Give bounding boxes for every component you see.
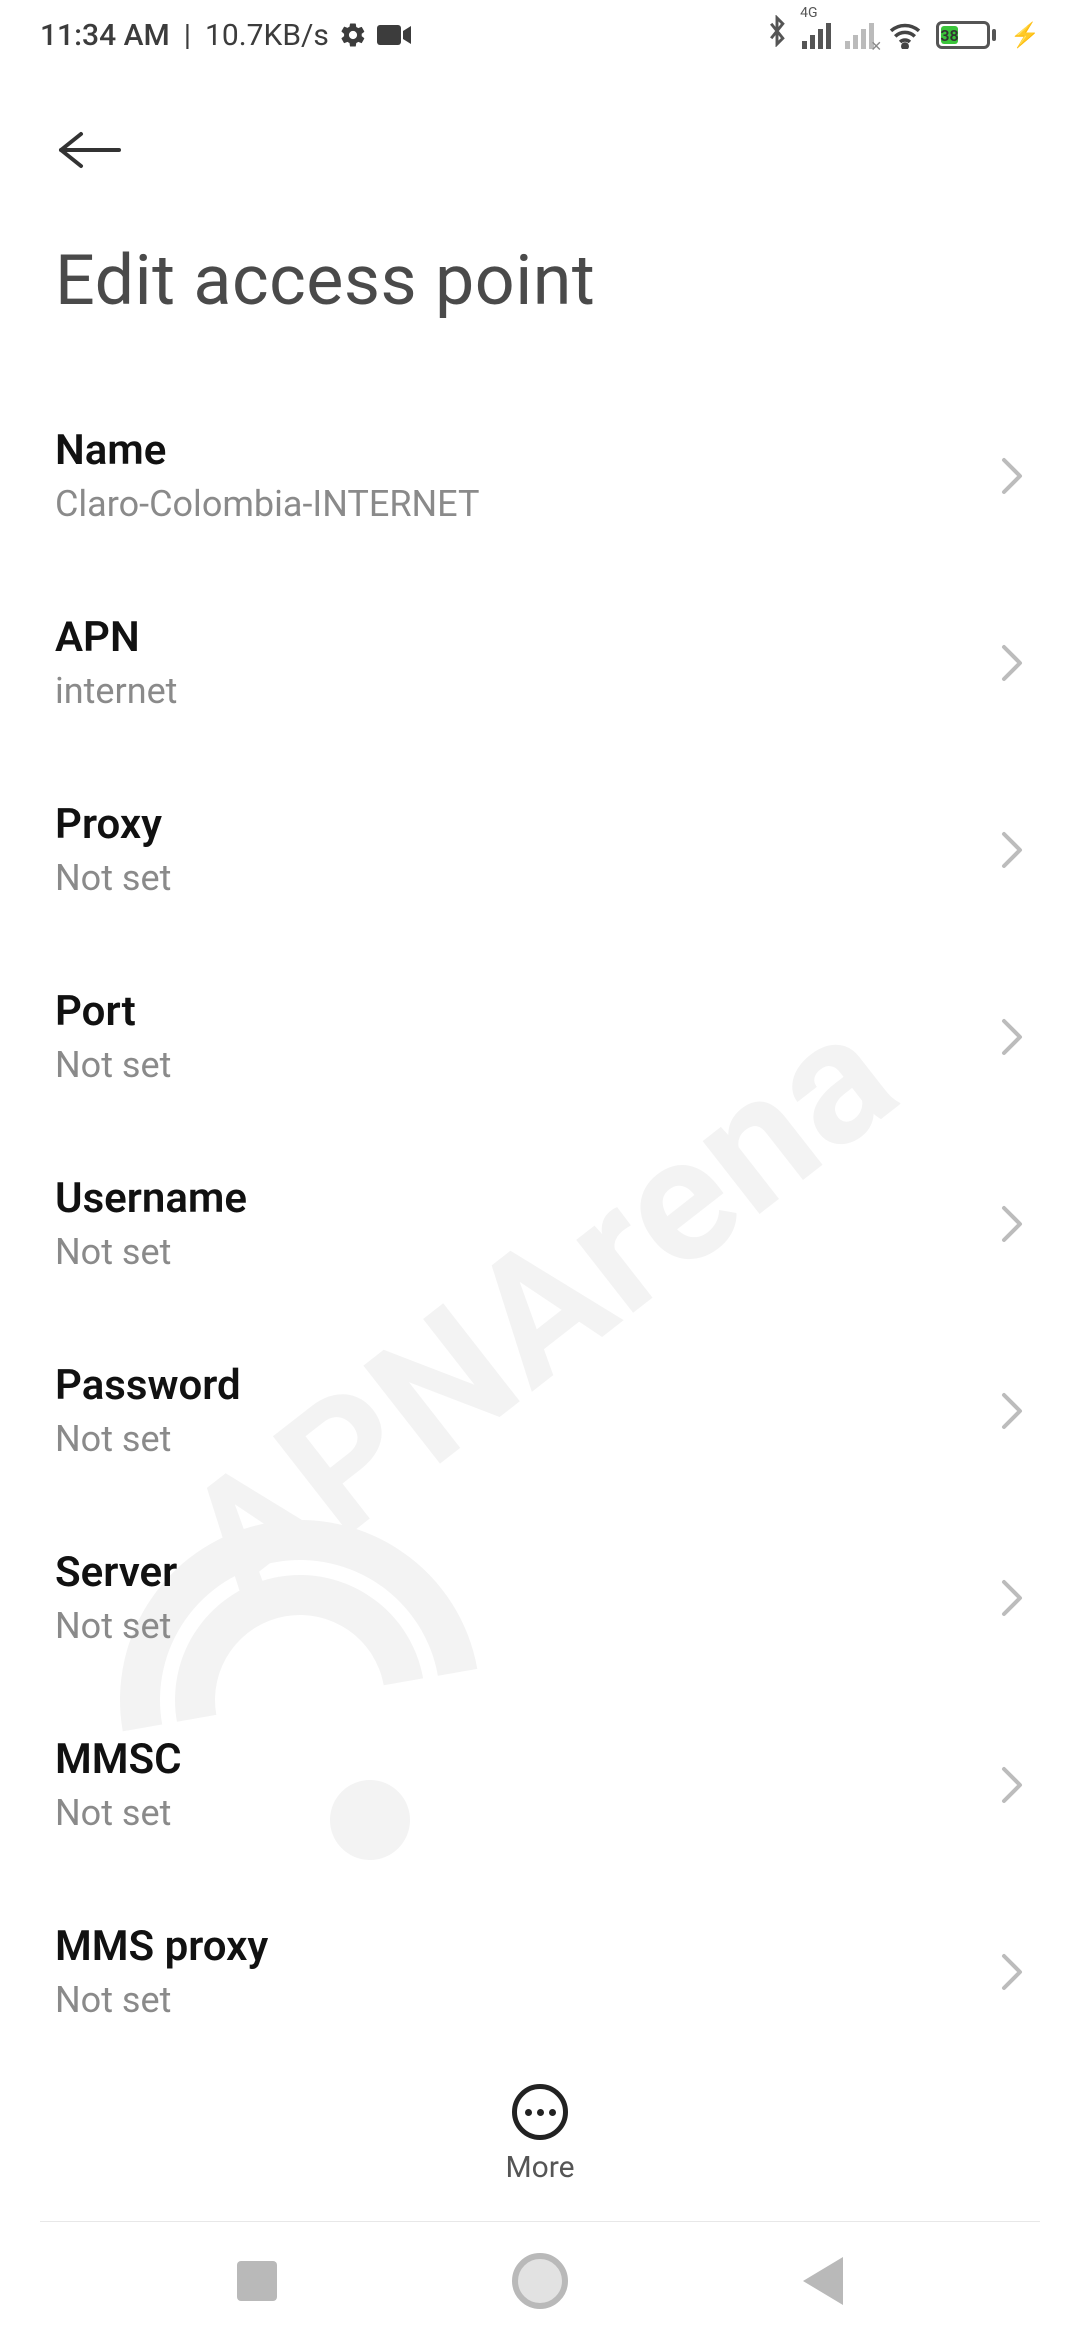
nav-back-button[interactable] — [803, 2257, 843, 2305]
setting-label: Server — [55, 1548, 177, 1597]
setting-value: internet — [55, 670, 177, 712]
setting-item-proxy[interactable]: Proxy Not set — [55, 756, 1025, 943]
page-title: Edit access point — [0, 200, 1080, 382]
setting-value: Not set — [55, 1044, 171, 1086]
chevron-right-icon — [999, 1016, 1025, 1058]
chevron-right-icon — [999, 1203, 1025, 1245]
camera-icon — [377, 23, 411, 47]
settings-list: Name Claro-Colombia-INTERNET APN interne… — [0, 382, 1080, 2065]
setting-label: Password — [55, 1361, 241, 1410]
signal-sim2-icon: ✕ — [845, 21, 874, 49]
setting-value: Not set — [55, 1605, 177, 1647]
chevron-right-icon — [999, 455, 1025, 497]
setting-item-username[interactable]: Username Not set — [55, 1130, 1025, 1317]
status-time: 11:34 AM — [40, 18, 170, 53]
setting-item-password[interactable]: Password Not set — [55, 1317, 1025, 1504]
setting-item-mms-proxy[interactable]: MMS proxy Not set — [55, 1878, 1025, 2065]
chevron-right-icon — [999, 642, 1025, 684]
more-label: More — [505, 2150, 574, 2185]
setting-label: APN — [55, 613, 177, 662]
wifi-icon — [888, 21, 922, 49]
setting-item-port[interactable]: Port Not set — [55, 943, 1025, 1130]
charging-icon: ⚡ — [1010, 21, 1040, 49]
setting-label: Username — [55, 1174, 247, 1223]
battery-icon: 38 — [936, 21, 996, 49]
nav-recent-button[interactable] — [237, 2261, 277, 2301]
setting-label: Name — [55, 426, 479, 475]
bluetooth-icon — [766, 15, 788, 55]
setting-item-apn[interactable]: APN internet — [55, 569, 1025, 756]
chevron-right-icon — [999, 1764, 1025, 1806]
setting-value: Claro-Colombia-INTERNET — [55, 483, 479, 525]
setting-item-name[interactable]: Name Claro-Colombia-INTERNET — [55, 382, 1025, 569]
chevron-right-icon — [999, 1390, 1025, 1432]
setting-value: Not set — [55, 1418, 241, 1460]
status-bar: 11:34 AM | 10.7KB/s 4G ✕ 38 ⚡ — [0, 0, 1080, 70]
more-icon — [512, 2084, 568, 2140]
gear-icon — [339, 21, 367, 49]
chevron-right-icon — [999, 1577, 1025, 1619]
back-button[interactable] — [55, 130, 1025, 170]
setting-value: Not set — [55, 1979, 268, 2021]
signal-sim1-icon: 4G — [802, 21, 831, 49]
nav-home-button[interactable] — [512, 2253, 568, 2309]
setting-value: Not set — [55, 1792, 182, 1834]
setting-value: Not set — [55, 1231, 247, 1273]
setting-label: Proxy — [55, 800, 171, 849]
more-button[interactable]: More — [0, 2084, 1080, 2185]
setting-label: MMS proxy — [55, 1922, 268, 1971]
setting-item-server[interactable]: Server Not set — [55, 1504, 1025, 1691]
status-separator: | — [184, 18, 191, 53]
setting-value: Not set — [55, 857, 171, 899]
nav-bar — [0, 2222, 1080, 2340]
setting-label: Port — [55, 987, 171, 1036]
status-network-speed: 10.7KB/s — [205, 18, 329, 53]
setting-label: MMSC — [55, 1735, 182, 1784]
chevron-right-icon — [999, 829, 1025, 871]
setting-item-mmsc[interactable]: MMSC Not set — [55, 1691, 1025, 1878]
chevron-right-icon — [999, 1951, 1025, 1993]
